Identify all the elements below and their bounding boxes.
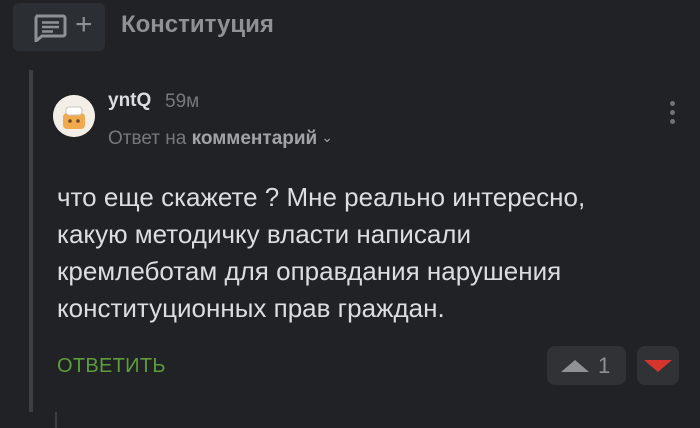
reply-target: комментарий [191, 128, 318, 149]
top-bar: + Конституция [0, 0, 700, 56]
arrow-up-icon [561, 360, 589, 372]
comment-add-icon [34, 14, 67, 42]
upvote-button[interactable]: 1 [547, 346, 626, 385]
comment-author[interactable]: yntQ [108, 89, 151, 113]
downvote-button[interactable] [637, 346, 679, 385]
avatar-image [53, 95, 95, 137]
more-options-icon[interactable] [665, 101, 679, 131]
plus-icon: + [75, 8, 93, 41]
reply-to-link[interactable]: Ответ на комментарий ⌄ [108, 125, 333, 151]
add-comment-button[interactable]: + [13, 3, 105, 51]
arrow-down-icon [644, 360, 672, 372]
thread-line[interactable] [29, 70, 33, 412]
comment-time: 59м [165, 91, 200, 112]
child-thread-line [55, 412, 57, 428]
chevron-down-icon: ⌄ [321, 129, 333, 145]
comment-text: что еще скажете ? Мне реально интересно,… [57, 182, 586, 323]
tag-title[interactable]: Конституция [121, 10, 274, 40]
rating-count: 1 [598, 353, 611, 378]
reply-button[interactable]: ОТВЕТИТЬ [57, 353, 166, 379]
reply-prefix: Ответ на [108, 128, 187, 149]
avatar[interactable] [53, 95, 95, 137]
